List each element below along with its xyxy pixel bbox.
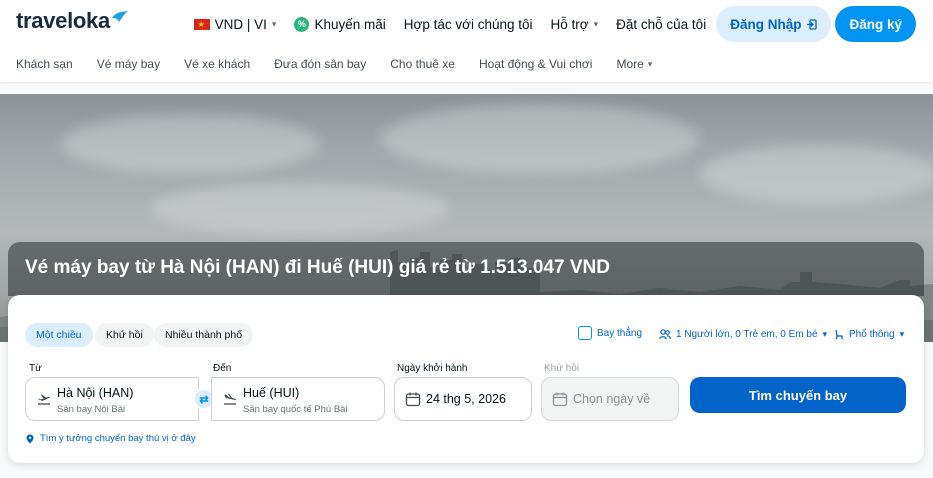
passenger-selector[interactable]: 1 Người lớn, 0 Trẻ em, 0 Em bé ▾ — [659, 329, 827, 340]
currency-language-selector[interactable]: VND | VI ▾ — [193, 16, 277, 32]
partner-link[interactable]: Hợp tác với chúng tôi — [404, 17, 533, 32]
return-date-label: Khứ hồi — [544, 363, 580, 374]
chevron-down-icon: ▾ — [647, 58, 653, 69]
depart-date-label: Ngày khởi hành — [397, 363, 468, 374]
nav-car-rental[interactable]: Cho thuê xe — [390, 57, 455, 71]
swap-icon: ⇄ — [199, 393, 209, 406]
nav-hotels[interactable]: Khách sạn — [16, 57, 73, 71]
plane-takeoff-icon — [38, 394, 50, 405]
currency-language-label: VND | VI — [214, 16, 267, 32]
flight-ideas-label: Tìm ý tưởng chuyến bay thú vị ở đây — [40, 433, 196, 444]
to-label: Đến — [213, 363, 232, 374]
support-menu[interactable]: Hỗ trợ ▾ — [551, 17, 599, 32]
plane-landing-icon — [224, 393, 236, 405]
checkbox-icon — [578, 326, 592, 340]
trip-type-multi-city[interactable]: Nhiều thành phố — [154, 323, 254, 347]
nav-bus-label: Vé xe khách — [184, 57, 251, 71]
chevron-down-icon: ▾ — [593, 18, 599, 29]
nav-bus[interactable]: Vé xe khách — [184, 57, 250, 71]
nav-activities[interactable]: Hoạt động & Vui chơi — [479, 57, 593, 71]
flight-ideas-link[interactable]: Tìm ý tưởng chuyến bay thú vị ở đây — [26, 433, 196, 444]
trip-type-one-way-label: Một chiều — [36, 329, 82, 341]
passengers-icon — [659, 329, 671, 340]
origin-field[interactable]: Hà Nội (HAN) Sân bay Nội Bài — [25, 377, 199, 421]
trip-type-round-trip-label: Khứ hồi — [106, 329, 143, 341]
calendar-icon — [405, 392, 421, 407]
cabin-class-label: Phổ thông — [849, 329, 895, 340]
seat-icon — [835, 329, 843, 340]
nav-activities-label: Hoạt động & Vui chơi — [478, 57, 593, 71]
trip-type-one-way[interactable]: Một chiều — [25, 323, 93, 347]
product-navigation: Khách sạn Vé máy bay Vé xe khách Đưa đón… — [16, 57, 676, 71]
direct-flight-checkbox[interactable]: Bay thẳng — [578, 326, 642, 340]
login-icon — [807, 18, 818, 30]
nav-flights-label: Vé máy bay — [96, 57, 161, 71]
my-bookings-link[interactable]: Đặt chỗ của tôi — [616, 17, 706, 32]
chevron-down-icon: ▾ — [271, 18, 277, 29]
destination-city: Huế (HUI) — [243, 386, 300, 400]
vietnam-flag-icon — [193, 18, 210, 30]
page-title: Vé máy bay từ Hà Nội (HAN) đi Huế (HUI) … — [25, 257, 611, 278]
direct-flight-label: Bay thẳng — [597, 327, 643, 339]
depart-date-value: 24 thg 5, 2026 — [426, 392, 506, 406]
support-label: Hỗ trợ — [550, 16, 589, 32]
traveloka-logo[interactable]: traveloka — [16, 8, 129, 34]
nav-car-rental-label: Cho thuê xe — [390, 57, 455, 71]
calendar-icon — [552, 392, 568, 407]
logo-text: traveloka — [16, 8, 110, 33]
origin-airport: Sân bay Nội Bài — [57, 404, 126, 415]
trip-type-multi-city-label: Nhiều thành phố — [165, 329, 243, 341]
location-pin-icon — [26, 434, 34, 443]
search-flights-button[interactable]: Tìm chuyến bay — [690, 377, 906, 413]
promotions-link[interactable]: % Khuyến mãi — [294, 16, 386, 32]
destination-field[interactable]: Huế (HUI) Sân bay quốc tế Phú Bài — [211, 377, 385, 421]
nav-more-label: More — [616, 57, 644, 71]
trip-type-round-trip[interactable]: Khứ hồi — [95, 323, 154, 347]
promotions-label: Khuyến mãi — [314, 16, 386, 32]
cabin-class-selector[interactable]: Phổ thông ▾ — [834, 329, 904, 340]
nav-airport-transfer-label: Đưa đón sân bay — [274, 57, 367, 71]
register-button[interactable]: Đăng ký — [835, 6, 916, 42]
origin-city: Hà Nội (HAN) — [57, 386, 134, 400]
passenger-label: 1 Người lớn, 0 Trẻ em, 0 Em bé — [676, 329, 818, 340]
return-date-field[interactable]: Chọn ngày về — [541, 377, 679, 421]
partner-label: Hợp tác với chúng tôi — [403, 16, 533, 32]
site-header: traveloka VND | VI ▾ % Khuyến mãi Hợp tá… — [0, 0, 933, 82]
return-date-placeholder: Chọn ngày về — [573, 392, 651, 406]
from-label: Từ — [29, 363, 42, 374]
login-label: Đăng Nhập — [730, 16, 802, 32]
top-navigation: VND | VI ▾ % Khuyến mãi Hợp tác với chún… — [176, 6, 916, 42]
nav-flights[interactable]: Vé máy bay — [97, 57, 160, 71]
discount-icon: % — [294, 16, 310, 32]
nav-more[interactable]: More ▾ — [616, 57, 652, 71]
my-bookings-label: Đặt chỗ của tôi — [616, 16, 707, 32]
nav-airport-transfer[interactable]: Đưa đón sân bay — [274, 57, 366, 71]
depart-date-field[interactable]: 24 thg 5, 2026 — [394, 377, 532, 421]
chevron-down-icon: ▾ — [822, 329, 828, 339]
search-flights-label: Tìm chuyến bay — [748, 387, 848, 403]
bird-icon — [111, 11, 128, 22]
register-label: Đăng ký — [849, 16, 902, 32]
chevron-down-icon: ▾ — [899, 329, 905, 339]
login-button[interactable]: Đăng Nhập — [716, 6, 832, 42]
destination-airport: Sân bay quốc tế Phú Bài — [243, 404, 348, 415]
nav-hotels-label: Khách sạn — [16, 57, 73, 71]
